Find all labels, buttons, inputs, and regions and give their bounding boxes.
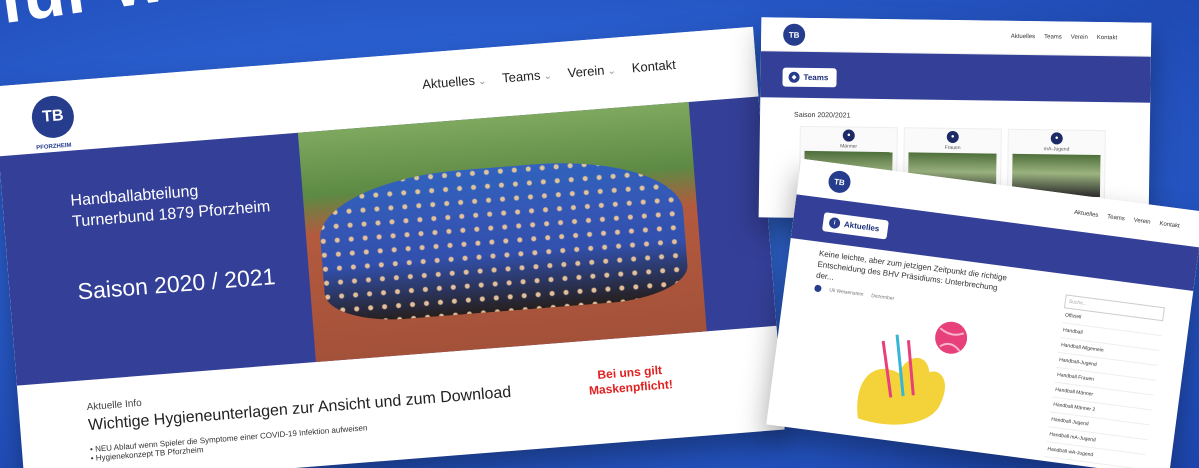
nav-item-teams[interactable]: Teams ⌄ [502,67,553,86]
nav-item-teams[interactable]: Teams [1107,214,1125,222]
team-photo [297,102,707,363]
club-logo[interactable]: TB [827,169,852,195]
nav-label: Verein [567,62,606,81]
nav-item-kontakt[interactable]: Kontakt [631,57,676,75]
section-title-label: Aktuelles [843,219,880,234]
shirt-icon: ● [842,129,855,142]
homepage-screenshot: TB PFORZHEIM Aktuelles ⌄ Teams ⌄ Verein ⌄ K… [0,26,785,468]
nav-item-verein[interactable]: Verein [1071,35,1088,41]
section-title-aktuelles: i Aktuelles [821,212,889,240]
season-title: Saison 2020 / 2021 [76,263,277,305]
team-name: mA-Jugend [1043,146,1070,153]
nav-label: Kontakt [631,56,677,76]
nav-item-teams[interactable]: Teams [1044,34,1062,40]
nav-item-aktuelles[interactable]: Aktuelles [1074,210,1099,219]
handball-hand-illustration [857,321,968,425]
team-name: Männer [840,143,858,150]
nav-item-kontakt[interactable]: Kontakt [1097,35,1117,41]
nav-item-verein[interactable]: Verein ⌄ [567,62,616,81]
nav-item-kontakt[interactable]: Kontakt [1159,221,1180,230]
info-icon: i [828,216,841,230]
news-sidebar: Suche... Offiziell Handball Handball All… [1042,294,1165,468]
author-avatar [814,284,822,293]
club-logo[interactable]: TB PFORZHEIM [30,94,76,151]
news-nav: Aktuelles Teams Verein Kontakt [1074,210,1180,230]
nav-label: Aktuelles [421,72,476,92]
nav-label: Teams [501,67,541,86]
nav-item-aktuelles[interactable]: Aktuelles [1011,34,1035,40]
section-title-teams: ◆ Teams [782,67,837,88]
nav-item-aktuelles[interactable]: Aktuelles ⌄ [422,72,487,92]
article-author: Uli Weisenstein [828,286,864,298]
team-name: Frauen [944,144,961,152]
teams-header: TB Aktuelles Teams Verein Kontakt [760,17,1152,57]
news-screenshot: TB Aktuelles Teams Verein Kontakt i Aktu… [766,158,1199,468]
chevron-down-icon: ⌄ [477,75,487,88]
teams-banner: ◆ Teams [760,51,1151,103]
club-logo[interactable]: TB [783,23,806,46]
team-group-image [315,152,690,326]
shirt-icon: ● [946,130,959,144]
season-heading: Saison 2020/2021 [794,111,851,120]
club-logo-text: TB [41,107,65,126]
shirt-icon: ● [1050,132,1063,145]
nav-item-verein[interactable]: Verein [1133,218,1151,226]
chevron-down-icon: ⌄ [543,70,553,83]
chevron-down-icon: ⌄ [607,65,617,78]
teams-nav: Aktuelles Teams Verein Kontakt [1011,34,1117,41]
shield-icon: ◆ [788,71,800,83]
main-nav: Aktuelles ⌄ Teams ⌄ Verein ⌄ Kontakt [422,57,677,92]
headline-text: für weite [0,0,291,39]
hero-text: Handballabteilung Turnerbund 1879 Pforzh… [0,133,316,386]
section-title-label: Teams [803,72,829,83]
